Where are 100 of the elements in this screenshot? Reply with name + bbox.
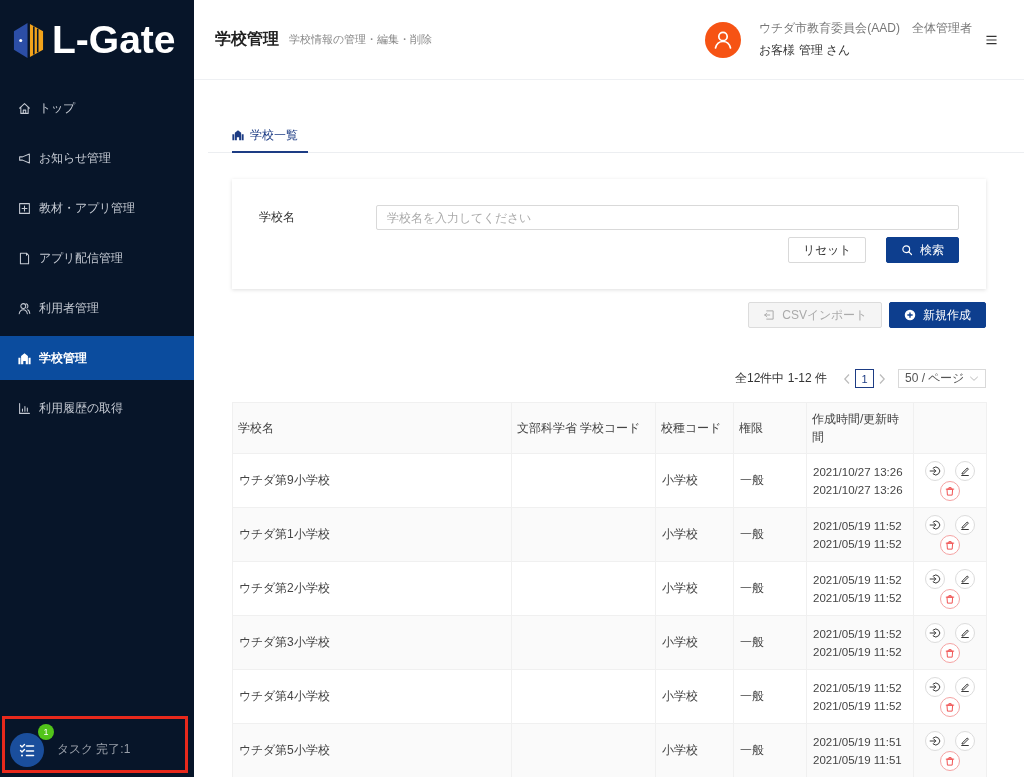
table-cell: 小学校 xyxy=(655,453,734,508)
search-button[interactable]: 検索 xyxy=(886,237,959,263)
pencil-icon xyxy=(959,734,971,747)
delete-button[interactable] xyxy=(940,534,960,555)
table-cell: ウチダ第3小学校 xyxy=(232,615,512,670)
table-cell: 一般 xyxy=(733,453,807,508)
created-time: 2021/05/19 11:52 xyxy=(813,572,903,588)
table-cell: 小学校 xyxy=(655,615,734,670)
enter-icon xyxy=(929,518,941,531)
table-cell: 小学校 xyxy=(655,561,734,616)
organization-name: ウチダ市教育委員会(AAD) xyxy=(759,20,900,37)
enter-button[interactable] xyxy=(925,676,945,697)
edit-button[interactable] xyxy=(955,676,975,697)
updated-time: 2021/05/19 11:52 xyxy=(813,644,903,660)
updated-time: 2021/05/19 11:51 xyxy=(813,752,903,768)
enter-icon xyxy=(929,572,941,585)
column-header: 校種コード xyxy=(655,402,734,454)
trash-icon xyxy=(944,592,956,605)
reset-button[interactable]: リセット xyxy=(788,237,866,263)
delete-button[interactable] xyxy=(940,750,960,771)
pencil-icon xyxy=(959,572,971,585)
logo-text: L-Gate xyxy=(52,19,176,61)
sidebar-item[interactable]: 利用履歴の取得 xyxy=(0,386,194,430)
menu-icon[interactable] xyxy=(986,34,997,45)
trash-icon xyxy=(944,754,956,767)
enter-icon xyxy=(929,734,941,747)
building-icon xyxy=(18,351,31,365)
table-cell: ウチダ第5小学校 xyxy=(232,723,512,777)
import-icon xyxy=(763,309,776,321)
sidebar-item[interactable]: 学校管理 xyxy=(0,336,194,380)
table-cell: ウチダ第4小学校 xyxy=(232,669,512,724)
created-time: 2021/10/27 13:26 xyxy=(813,464,904,480)
trash-icon xyxy=(944,484,956,497)
updated-time: 2021/05/19 11:52 xyxy=(813,698,903,714)
column-header: 文部科学省 学校コード xyxy=(511,402,656,454)
chevron-down-icon xyxy=(969,375,979,382)
edit-button[interactable] xyxy=(955,622,975,643)
count-badge: 1 xyxy=(38,724,54,740)
plus-circle-icon xyxy=(904,309,916,321)
enter-button[interactable] xyxy=(925,568,945,589)
page-subtitle: 学校情報の管理・編集・削除 xyxy=(289,32,432,47)
plus-square-icon xyxy=(18,201,31,215)
delete-button[interactable] xyxy=(940,642,960,663)
sidebar-item[interactable]: トップ xyxy=(0,86,194,130)
building-icon xyxy=(232,129,244,141)
tab[interactable]: 学校一覧 xyxy=(232,116,308,153)
pencil-icon xyxy=(959,518,971,531)
enter-icon xyxy=(929,626,941,639)
sidebar-item[interactable]: 利用者管理 xyxy=(0,286,194,330)
updated-time: 2021/05/19 11:52 xyxy=(813,536,903,552)
trash-icon xyxy=(944,538,956,551)
page-size-select[interactable]: 50 / ページ xyxy=(898,369,986,388)
document-icon xyxy=(18,251,31,265)
edit-button[interactable] xyxy=(955,514,975,535)
table-cell: 一般 xyxy=(733,723,807,777)
users-icon xyxy=(18,301,31,315)
enter-button[interactable] xyxy=(925,460,945,481)
bar-chart-icon xyxy=(18,401,31,415)
task-status-text: タスク 完了:1 xyxy=(57,741,131,758)
table-cell: 一般 xyxy=(733,615,807,670)
edit-button[interactable] xyxy=(955,730,975,751)
avatar-icon xyxy=(705,21,742,58)
sidebar-item[interactable]: アプリ配信管理 xyxy=(0,236,194,280)
created-time: 2021/05/19 11:52 xyxy=(813,680,903,696)
updated-time: 2021/10/27 13:26 xyxy=(813,482,904,498)
column-header: 作成時間/更新時間 xyxy=(806,402,914,454)
user-name: お客様 管理 さん xyxy=(759,42,851,59)
page-button[interactable]: 1 xyxy=(855,369,874,388)
table-cell: 一般 xyxy=(733,561,807,616)
delete-button[interactable] xyxy=(940,588,960,609)
pencil-icon xyxy=(959,464,971,477)
delete-button[interactable] xyxy=(940,696,960,717)
user-role: 全体管理者 xyxy=(912,20,972,37)
table-cell: ウチダ第1小学校 xyxy=(232,507,512,562)
enter-button[interactable] xyxy=(925,730,945,751)
table-cell: ウチダ第9小学校 xyxy=(232,453,512,508)
table-cell: 一般 xyxy=(733,507,807,562)
search-field[interactable]: 学校名を入力してください xyxy=(376,205,959,230)
checklist-icon xyxy=(19,741,35,758)
table-cell: 小学校 xyxy=(655,507,734,562)
field-label: 学校名 xyxy=(259,209,296,226)
delete-button[interactable] xyxy=(940,480,960,501)
task-list-button[interactable] xyxy=(10,732,44,767)
column-header: 権限 xyxy=(733,402,807,454)
enter-icon xyxy=(929,680,941,693)
table-cell: 一般 xyxy=(733,669,807,724)
enter-button[interactable] xyxy=(925,622,945,643)
sidebar-item[interactable]: 教材・アプリ管理 xyxy=(0,186,194,230)
created-time: 2021/05/19 11:52 xyxy=(813,626,903,642)
created-time: 2021/05/19 11:51 xyxy=(813,734,903,750)
search-icon xyxy=(901,244,913,256)
updated-time: 2021/05/19 11:52 xyxy=(813,590,903,606)
sidebar-item[interactable]: お知らせ管理 xyxy=(0,136,194,180)
create-button[interactable]: 新規作成 xyxy=(889,302,986,328)
pencil-icon xyxy=(959,626,971,639)
pagination-summary: 全12件中 1-12 件 xyxy=(734,370,827,387)
edit-button[interactable] xyxy=(955,460,975,481)
enter-button[interactable] xyxy=(925,514,945,535)
edit-button[interactable] xyxy=(955,568,975,589)
home-icon xyxy=(18,101,31,115)
